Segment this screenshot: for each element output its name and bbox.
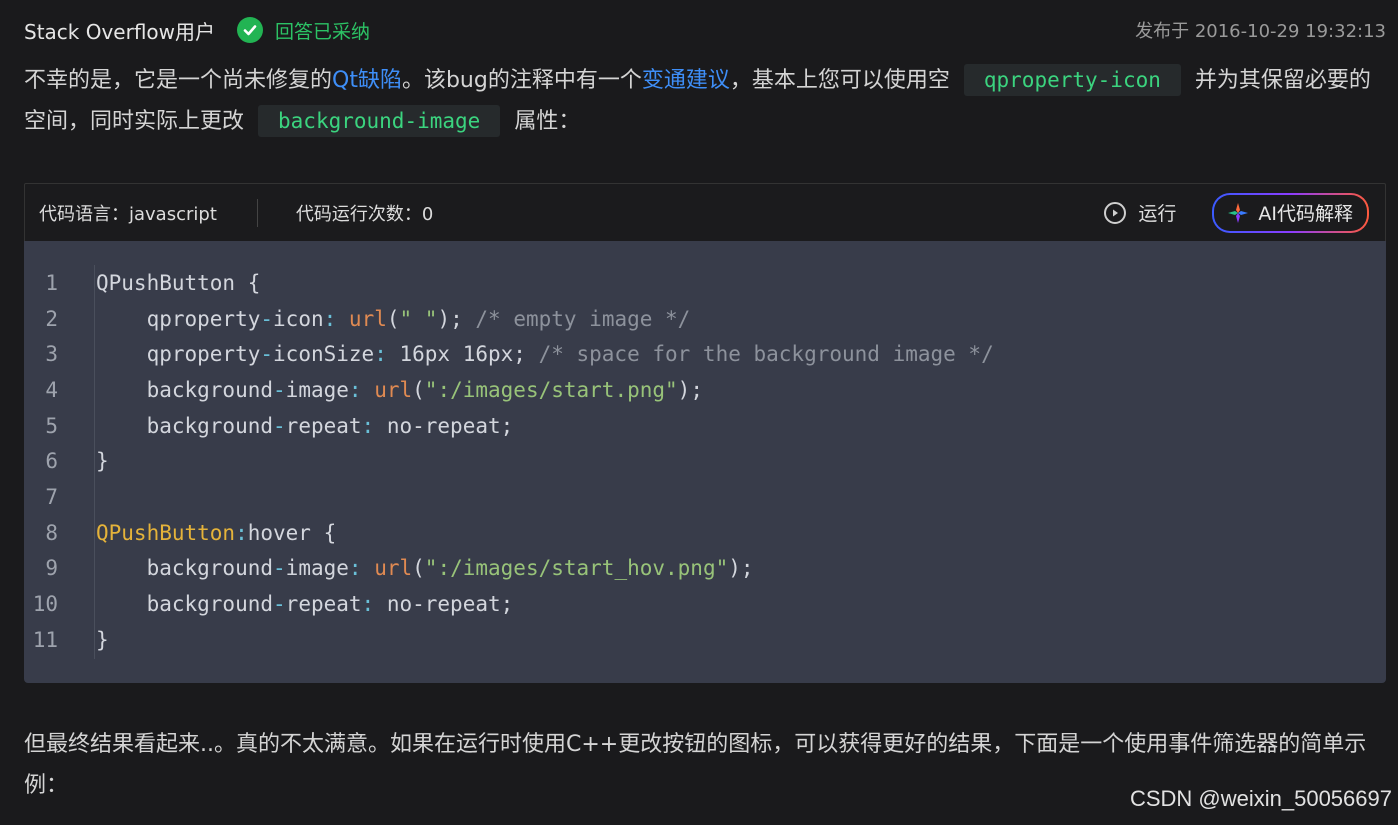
line-gutter	[94, 265, 95, 659]
code-block: 代码语言：javascript 代码运行次数：0 运行 AI代码解释 1 QPus…	[24, 183, 1386, 683]
qt-bug-link[interactable]: Qt缺陷	[332, 68, 402, 93]
para1-text-1: 不幸的是，它是一个尚未修复的	[24, 68, 333, 93]
code-language-label: 代码语言：javascript	[39, 203, 217, 225]
para1-text-5: 属性：	[514, 109, 581, 134]
ai-explain-label: AI代码解释	[1258, 203, 1353, 225]
run-button[interactable]: 运行	[1104, 199, 1176, 226]
accepted-label: 回答已采纳	[275, 20, 371, 43]
run-label: 运行	[1138, 203, 1177, 225]
code-line: 8 QPushButton:hover {	[24, 515, 1386, 551]
code-line: 4 background-image: url(":/images/start.…	[24, 372, 1386, 408]
code-body[interactable]: 1 QPushButton { 2 qproperty-icon: url(" ")…	[24, 241, 1386, 683]
line-number: 7	[45, 484, 58, 509]
code-line: 2 qproperty-icon: url(" "); /* empty ima…	[24, 301, 1386, 337]
check-icon	[237, 17, 264, 43]
line-number: 4	[45, 377, 58, 402]
ai-explain-button[interactable]: AI代码解释	[1212, 193, 1369, 233]
code-lines: 1 QPushButton { 2 qproperty-icon: url(" ")…	[24, 265, 1386, 658]
code-toolbar: 代码语言：javascript 代码运行次数：0 运行 AI代码解释	[24, 183, 1386, 241]
line-number: 3	[45, 342, 58, 367]
code-line: 10 background-repeat: no-repeat;	[24, 586, 1386, 622]
accepted-badge: 回答已采纳	[237, 17, 370, 44]
line-number: 2	[45, 306, 58, 331]
code-text: background-image: url(":/images/start.pn…	[96, 377, 703, 402]
code-line: 3 qproperty-iconSize: 16px 16px; /* spac…	[24, 336, 1386, 372]
code-line: 7	[24, 479, 1386, 515]
code-line: 5 background-repeat: no-repeat;	[24, 408, 1386, 444]
workaround-link[interactable]: 变通建议	[642, 68, 730, 93]
code-text: QPushButton {	[96, 270, 261, 295]
run-count-label: 代码运行次数：0	[295, 203, 434, 225]
para1-text-2: 。该bug的注释中有一个	[401, 68, 642, 93]
code-text: background-image: url(":/images/start_ho…	[96, 556, 754, 581]
code-line: 1 QPushButton {	[24, 265, 1386, 301]
inline-code-qproperty-icon: qproperty-icon	[963, 64, 1181, 96]
line-number: 11	[32, 627, 58, 652]
inline-code-background-image: background-image	[258, 105, 501, 137]
code-text: background-repeat: no-repeat;	[96, 413, 514, 438]
para1-text-3: ，基本上您可以使用空	[729, 68, 950, 93]
code-text: }	[96, 627, 109, 652]
code-text: background-repeat: no-repeat;	[96, 592, 514, 617]
answer-paragraph-1: 不幸的是，它是一个尚未修复的Qt缺陷。该bug的注释中有一个变通建议，基本上您可…	[24, 60, 1376, 142]
code-text: qproperty-iconSize: 16px 16px; /* space …	[96, 342, 994, 367]
code-text: QPushButton:hover {	[96, 520, 337, 545]
line-number: 6	[45, 449, 58, 474]
code-line: 9 background-image: url(":/images/start_…	[24, 551, 1386, 587]
ai-sparkle-icon	[1226, 201, 1250, 225]
line-number: 8	[45, 520, 58, 545]
code-text: qproperty-icon: url(" "); /* empty image…	[96, 306, 691, 331]
publish-date: 发布于 2016-10-29 19:32:13	[1135, 21, 1386, 42]
line-number: 9	[45, 556, 58, 581]
line-number: 1	[45, 270, 58, 295]
toolbar-divider	[256, 198, 258, 227]
code-line: 11}	[24, 622, 1386, 658]
author-name[interactable]: Stack Overflow用户	[24, 16, 215, 45]
csdn-watermark: CSDN @weixin_50056697	[1129, 786, 1392, 811]
code-line: 6}	[24, 443, 1386, 479]
play-icon	[1104, 201, 1127, 224]
line-number: 5	[45, 413, 58, 438]
line-number: 10	[32, 592, 58, 617]
code-text: }	[96, 449, 109, 474]
answer-header: Stack Overflow用户 回答已采纳 发布于 2016-10-29 19…	[24, 14, 1386, 46]
